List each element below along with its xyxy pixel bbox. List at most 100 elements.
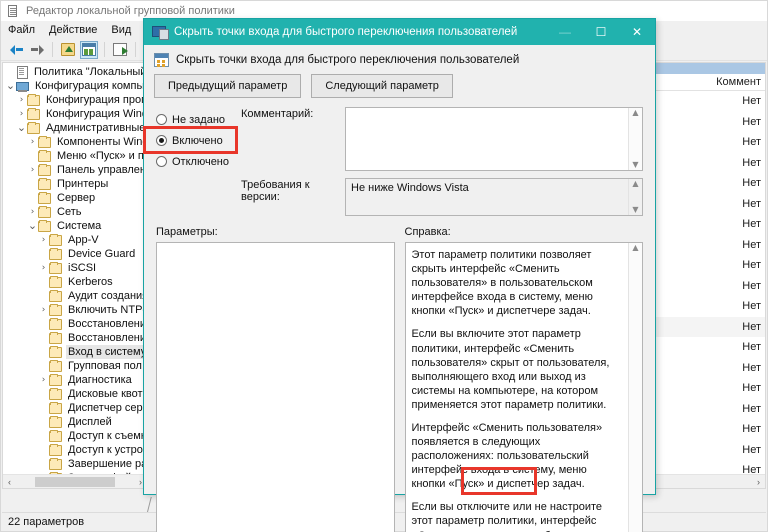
- tree-node[interactable]: ⌄ Система: [3, 219, 147, 233]
- version-row: Требования к версии: Не ниже Windows Vis…: [241, 178, 643, 217]
- chevron-right-icon[interactable]: ›: [38, 233, 49, 247]
- tree-node[interactable]: Дисплей: [3, 415, 147, 429]
- comment-textarea[interactable]: ▲ ▼: [345, 107, 643, 172]
- forward-button[interactable]: [28, 41, 46, 59]
- maximize-button[interactable]: ☐: [583, 19, 619, 45]
- tree-node[interactable]: Групповая пол: [3, 359, 147, 373]
- tree-horizontal-scrollbar[interactable]: ‹ ›: [3, 474, 147, 488]
- chevron-down-icon[interactable]: ⌄: [27, 220, 38, 231]
- radio-option-not-configured[interactable]: Не задано: [156, 109, 241, 130]
- tree-node[interactable]: Восстановлени: [3, 317, 147, 331]
- folder-icon: [49, 359, 62, 372]
- scroll-down-icon[interactable]: ▼: [632, 161, 638, 169]
- minimize-button[interactable]: —: [547, 19, 583, 45]
- folder-icon: [49, 247, 62, 260]
- tree-node-label: Доступ к съемн: [68, 430, 147, 442]
- options-panel[interactable]: [156, 242, 395, 532]
- menu-item-view[interactable]: Вид: [111, 24, 131, 36]
- tree-node-label: App-V: [68, 234, 99, 246]
- scroll-left-icon[interactable]: ‹: [3, 477, 16, 487]
- previous-setting-button[interactable]: Предыдущий параметр: [154, 74, 302, 99]
- tree-node[interactable]: › iSCSI: [3, 261, 147, 275]
- tree-node[interactable]: ⌄ Конфигурация компьютер: [3, 79, 147, 93]
- folder-icon: [49, 275, 62, 288]
- options-content: [157, 243, 394, 532]
- radio-option-enabled[interactable]: Включено: [156, 130, 241, 151]
- scroll-down-icon[interactable]: ▼: [632, 206, 638, 214]
- tree-node[interactable]: Меню «Пуск» и па: [3, 149, 147, 163]
- radio-icon-enabled[interactable]: [156, 135, 167, 147]
- chevron-right-icon[interactable]: ›: [16, 93, 27, 107]
- chevron-right-icon[interactable]: ›: [38, 303, 49, 317]
- menu-item-file[interactable]: Файл: [8, 24, 35, 36]
- list-scroll-right-icon[interactable]: ›: [752, 477, 765, 487]
- close-button[interactable]: ✕: [619, 19, 655, 45]
- dialog-titlebar[interactable]: Скрыть точки входа для быстрого переключ…: [144, 19, 655, 45]
- chevron-right-icon[interactable]: ›: [16, 107, 27, 121]
- chevron-down-icon[interactable]: ⌄: [5, 80, 16, 91]
- comment-value[interactable]: [346, 108, 628, 170]
- dialog-heading: Скрыть точки входа для быстрого переключ…: [176, 54, 520, 66]
- tree-node[interactable]: Дисковые квот: [3, 387, 147, 401]
- tree-node[interactable]: ⌄ Административные ш: [3, 121, 147, 135]
- export-list-icon: [113, 43, 128, 56]
- scroll-up-icon[interactable]: ▲: [632, 180, 638, 188]
- export-list-button[interactable]: [111, 41, 129, 59]
- chevron-right-icon[interactable]: ›: [27, 163, 38, 177]
- radio-label-disabled: Отключено: [172, 155, 229, 168]
- tree-node[interactable]: › Включить NTP-: [3, 303, 147, 317]
- help-panel[interactable]: Этот параметр политики позволяет скрыть …: [404, 242, 643, 532]
- tree-node[interactable]: Диспетчер сер: [3, 401, 147, 415]
- toolbar-separator-1: [52, 42, 53, 57]
- tree-node[interactable]: › Диагностика: [3, 373, 147, 387]
- show-console-tree-button[interactable]: [80, 40, 98, 59]
- up-folder-button[interactable]: [59, 41, 77, 59]
- version-vertical-scrollbar[interactable]: ▲ ▼: [628, 179, 642, 216]
- tree-node-label: Административные ш: [46, 122, 147, 134]
- tree-node[interactable]: Политика "Локальный компь: [3, 65, 147, 79]
- comment-row: Комментарий: ▲ ▼: [241, 107, 643, 172]
- tree-list[interactable]: Политика "Локальный компь ⌄ Конфигурация к…: [3, 65, 147, 474]
- radio-option-disabled[interactable]: Отключено: [156, 151, 241, 172]
- tree-node[interactable]: Завершение ра: [3, 457, 147, 471]
- tree-node[interactable]: › Компоненты Windo: [3, 135, 147, 149]
- chevron-down-icon[interactable]: ⌄: [16, 122, 27, 133]
- help-column: Справка: Этот параметр политики позволяе…: [404, 226, 643, 532]
- folder-icon: [27, 93, 40, 106]
- scroll-up-icon[interactable]: ▲: [632, 109, 638, 117]
- tree-node[interactable]: Принтеры: [3, 177, 147, 191]
- help-paragraph: Если вы отключите или не настроите этот …: [411, 501, 603, 532]
- menu-item-action[interactable]: Действие: [49, 24, 97, 36]
- tree-node[interactable]: Доступ к устро: [3, 443, 147, 457]
- tree-node[interactable]: › Конфигурация програ: [3, 93, 147, 107]
- comment-vertical-scrollbar[interactable]: ▲ ▼: [628, 108, 642, 171]
- chevron-right-icon[interactable]: ›: [27, 135, 38, 149]
- tree-node[interactable]: › Панель управлени: [3, 163, 147, 177]
- policy-setting-icon: [152, 25, 169, 40]
- options-and-help-row: Параметры: Справка: Этот параметр полити…: [144, 216, 655, 532]
- radio-icon-disabled[interactable]: [156, 156, 167, 168]
- tree-node[interactable]: › Конфигурация Window: [3, 107, 147, 121]
- chevron-right-icon[interactable]: ›: [38, 261, 49, 275]
- tree-node[interactable]: Сервер: [3, 191, 147, 205]
- chevron-right-icon[interactable]: ›: [38, 373, 49, 387]
- tree-node[interactable]: Вход в систему: [3, 345, 147, 359]
- tree-node-label: iSCSI: [68, 262, 97, 274]
- help-vertical-scrollbar[interactable]: ▲ ▼: [628, 243, 642, 532]
- status-text: 22 параметров: [8, 515, 85, 528]
- radio-icon-not-configured[interactable]: [156, 114, 167, 126]
- scroll-thumb[interactable]: [35, 476, 115, 487]
- tree-node[interactable]: Device Guard: [3, 247, 147, 261]
- chevron-right-icon[interactable]: ›: [27, 205, 38, 219]
- next-setting-button[interactable]: Следующий параметр: [311, 74, 453, 99]
- back-button[interactable]: [7, 41, 25, 59]
- tree-node[interactable]: Доступ к съемн: [3, 429, 147, 443]
- scroll-up-icon[interactable]: ▲: [632, 244, 638, 252]
- tree-node[interactable]: Восстановлени: [3, 331, 147, 345]
- tree-node[interactable]: Kerberos: [3, 275, 147, 289]
- tree-node[interactable]: › App-V: [3, 233, 147, 247]
- tree-node[interactable]: › Сеть: [3, 205, 147, 219]
- console-tree-pane[interactable]: Политика "Локальный компь ⌄ Конфигурация к…: [2, 62, 147, 489]
- tree-node[interactable]: Аудит создания: [3, 289, 147, 303]
- folder-icon: [49, 373, 62, 386]
